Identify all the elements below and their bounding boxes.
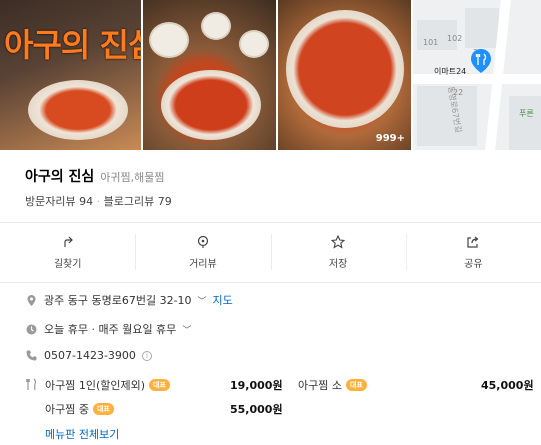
phone-row: 0507-1423-3900 i [25,349,152,362]
save-label: 저장 [328,258,348,270]
map-block [465,8,499,48]
divider [0,222,541,223]
photo-count-badge: 999+ [375,133,405,144]
menu-item[interactable]: 아구찜 1인(할인제외) 대표 [45,377,170,393]
menu-item-price: 55,000원 [230,403,283,416]
place-name[interactable]: 아구의 진심 [25,166,94,186]
review-summary: 방문자리뷰 94 · 블로그리뷰 79 [25,193,172,209]
photo-dish-closeup[interactable]: 999+ [278,0,411,150]
map-block [509,96,541,150]
info-icon[interactable]: i [141,350,152,361]
representative-badge: 대표 [345,379,367,391]
photo-signboard[interactable]: 아구의 진심 [0,0,141,150]
menu-item-price: 19,000원 [230,379,283,392]
menu-item-name: 아구찜 중 [45,403,89,416]
visitor-review-link[interactable]: 방문자리뷰 94 [25,195,93,208]
directions-icon [64,236,73,247]
place-title-row: 아구의 진심 아귀찜,해물찜 [25,166,165,186]
chevron-down-icon[interactable]: ﹀ [182,323,191,336]
representative-badge: 대표 [92,403,114,415]
address-text[interactable]: 광주 동구 동명로67번길 32-10 [44,292,192,308]
menu-item[interactable]: 아구찜 중 대표 [45,401,114,417]
location-pin-icon [27,294,36,306]
directions-label: 길찾기 [53,258,82,270]
phone-number[interactable]: 0507-1423-3900 [44,349,136,362]
star-icon [331,234,346,249]
place-category: 아귀찜,해물찜 [100,171,165,184]
menu-item-name: 아구찜 소 [298,379,342,392]
street-view-label: 거리뷰 [189,258,217,270]
share-button[interactable]: 공유 [405,228,541,276]
blog-review-link[interactable]: 블로그리뷰 79 [104,195,172,208]
mini-map[interactable]: 101 102 22 24 동명로67번길 푸른 [413,0,541,150]
street-view-button[interactable]: 거리뷰 [135,228,270,276]
street-view-icon [197,235,208,248]
map-link[interactable]: 지도 [213,292,233,308]
clock-icon [26,324,37,334]
map-store-label: 이마트24 [434,67,467,76]
menu-utensils-icon [26,378,37,390]
chevron-down-icon[interactable]: ﹀ [198,294,207,307]
action-bar: 길찾기 거리뷰 저장 공유 [0,228,541,276]
address-row: 광주 동구 동명로67번길 32-10 ﹀ 지도 [25,292,233,308]
side-dish [201,12,231,40]
side-dish [239,30,269,58]
map-pin-icon[interactable] [471,49,491,73]
divider [0,282,541,283]
share-label: 공유 [464,258,483,270]
phone-icon [26,350,37,361]
directions-button[interactable]: 길찾기 [0,228,135,276]
menu-item[interactable]: 아구찜 소 대표 [298,377,367,393]
hours-row: 오늘 휴무 · 매주 월요일 휴무 ﹀ [25,321,191,337]
photo-table-spread[interactable] [143,0,276,150]
representative-badge: 대표 [149,379,170,391]
food-plate [286,10,404,128]
map-place-label: 푸른 [519,109,534,118]
signboard-text: 아구의 진심 [4,26,141,64]
menu-item-price: 45,000원 [481,379,534,392]
view-full-menu-link[interactable]: 메뉴판 전체보기 [45,426,119,442]
save-button[interactable]: 저장 [270,228,406,276]
menu-item-name: 아구찜 1인(할인제외) [45,379,146,392]
separator-dot: · [96,195,101,208]
hours-text[interactable]: 오늘 휴무 · 매주 월요일 휴무 [44,321,176,337]
map-block-number: 101 [423,38,439,47]
food-plate [28,80,128,140]
map-road [413,74,541,84]
map-block-number: 102 [447,34,463,43]
food-plate [161,70,261,140]
share-icon [467,236,479,248]
side-dish [149,22,189,58]
